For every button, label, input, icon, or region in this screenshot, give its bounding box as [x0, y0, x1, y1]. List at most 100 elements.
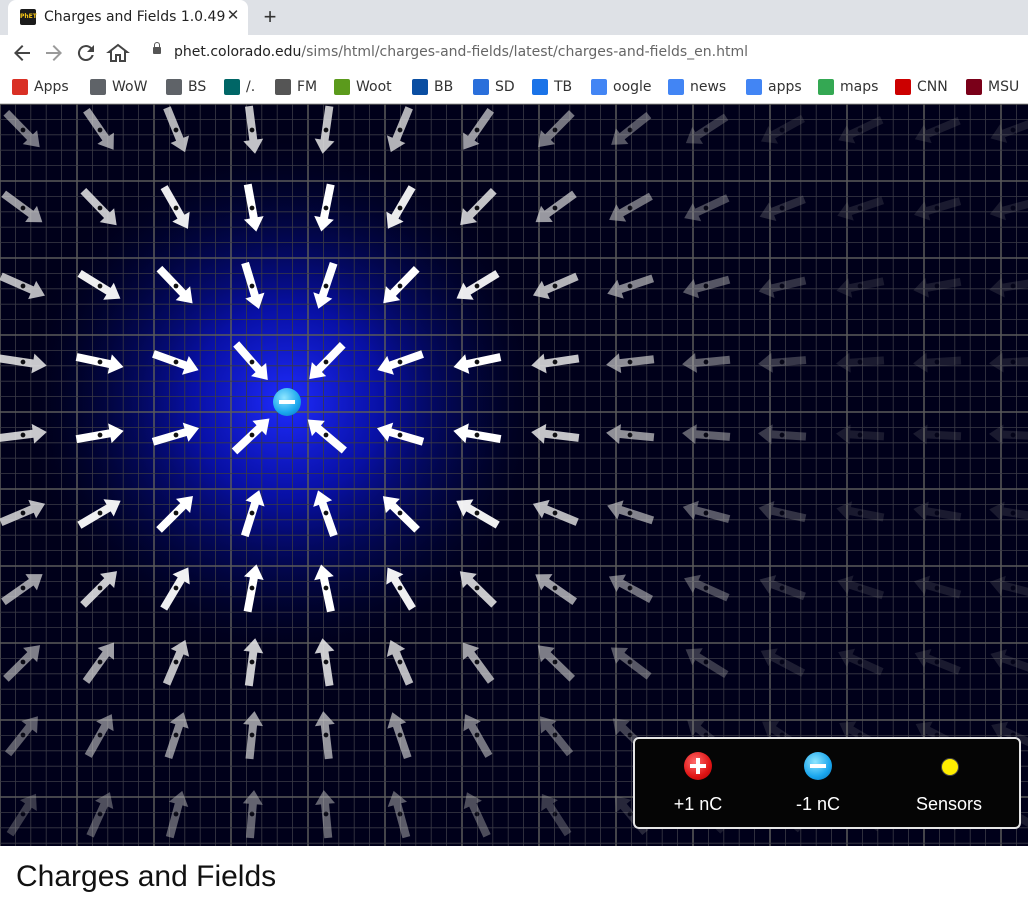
field-arrow — [611, 111, 652, 145]
sensor-icon[interactable] — [941, 758, 959, 776]
electric-field-svg — [0, 104, 1028, 846]
field-arrow — [609, 192, 653, 222]
field-arrow — [1, 190, 43, 223]
field-arrow — [760, 648, 806, 677]
charges-panel: +1 nC -1 nC Sensors — [633, 737, 1021, 829]
field-arrow — [682, 352, 731, 373]
field-arrow — [606, 353, 655, 374]
field-arrow — [607, 500, 655, 525]
url-path: /sims/html/charges-and-fields/latest/cha… — [301, 44, 748, 60]
bookmark-maps[interactable]: maps — [818, 77, 878, 97]
bookmark-news[interactable]: news — [668, 77, 726, 97]
folder-icon — [90, 79, 106, 95]
slashdot-icon — [224, 79, 240, 95]
bookmark-label: MSU — [988, 79, 1020, 95]
forward-arrow-icon[interactable] — [42, 41, 66, 65]
field-arrow — [990, 649, 1028, 674]
bookmark-label: oogle — [613, 79, 652, 95]
bookmark-msu[interactable]: MSU — [966, 77, 1019, 97]
bookmark-woot[interactable]: Woot — [334, 77, 392, 97]
minus-sign-icon — [279, 400, 295, 404]
bookmark-label: BB — [434, 79, 454, 95]
field-arrow — [758, 352, 807, 373]
field-arrow — [3, 645, 41, 682]
browser-tab[interactable]: PhET Charges and Fields 1.0.49 ✕ — [8, 0, 248, 35]
apps-grid-icon — [12, 79, 28, 95]
bookmark-label: TB — [554, 79, 573, 95]
field-arrow — [532, 272, 579, 300]
field-arrow — [610, 647, 652, 680]
field-arrow — [6, 793, 37, 837]
new-tab-icon[interactable]: + — [260, 5, 280, 29]
field-arrow — [990, 117, 1028, 143]
field-arrow — [836, 352, 885, 373]
browser-toolbar: phet.colorado.edu/sims/html/charges-and-… — [0, 35, 1028, 70]
bookmark-fm[interactable]: FM — [275, 77, 317, 97]
bookmark-label: /. — [246, 79, 256, 95]
sensors-label: Sensors — [915, 794, 983, 814]
bookmark-label: Apps — [34, 79, 69, 95]
bookmark-apps[interactable]: Apps — [12, 77, 69, 97]
phet-favicon-icon: PhET — [20, 9, 37, 25]
home-icon[interactable] — [106, 41, 130, 65]
bookmark-[interactable]: /. — [224, 77, 255, 97]
field-arrow — [86, 792, 114, 838]
address-bar[interactable]: phet.colorado.edu/sims/html/charges-and-… — [142, 38, 1022, 67]
tab-close-icon[interactable]: ✕ — [224, 7, 242, 25]
field-arrow — [758, 276, 807, 299]
field-arrow — [913, 352, 962, 373]
browser-tab-bar: PhET Charges and Fields 1.0.49 ✕ + — [0, 0, 1028, 35]
folder-icon — [166, 79, 182, 95]
url-host: phet.colorado.edu — [174, 44, 302, 60]
bookmark-wow[interactable]: WoW — [90, 77, 147, 97]
positive-charge-icon[interactable] — [684, 752, 712, 780]
bookmark-oogle[interactable]: oogle — [591, 77, 652, 97]
bookmark-label: Woot — [356, 79, 392, 95]
bookmark-label: WoW — [112, 79, 148, 95]
field-arrow — [606, 424, 655, 444]
negative-charge-label: -1 nC — [795, 794, 840, 814]
field-arrow — [682, 424, 731, 445]
bookmark-label: CNN — [917, 79, 948, 95]
field-arrow — [3, 109, 40, 148]
field-arrow — [759, 195, 806, 221]
field-arrow — [165, 790, 189, 839]
bookmark-bb[interactable]: BB — [412, 77, 453, 97]
google-icon — [591, 79, 607, 95]
cnn-icon — [895, 79, 911, 95]
field-arrow — [163, 106, 190, 153]
simulation-canvas[interactable]: +1 nC -1 nC Sensors — [0, 104, 1028, 846]
google-icon — [746, 79, 762, 95]
field-arrow — [989, 575, 1028, 598]
field-arrow — [538, 110, 575, 148]
field-arrow — [989, 352, 1028, 373]
sd-icon — [473, 79, 489, 95]
reload-icon[interactable] — [74, 41, 98, 65]
bookmark-sd[interactable]: SD — [473, 77, 515, 97]
field-arrow — [607, 274, 655, 299]
bookmark-tb[interactable]: TB — [532, 77, 572, 97]
fm-icon — [275, 79, 291, 95]
positive-charge-item[interactable]: +1 nC — [643, 739, 753, 827]
bookmark-cnn[interactable]: CNN — [895, 77, 948, 97]
sensors-item[interactable]: Sensors — [894, 739, 1004, 827]
lock-icon[interactable] — [153, 42, 161, 54]
bookmark-label: maps — [840, 79, 879, 95]
field-arrow — [535, 190, 577, 223]
bookmark-apps[interactable]: apps — [746, 77, 802, 97]
back-arrow-icon[interactable] — [10, 41, 34, 65]
field-arrow — [759, 575, 806, 601]
bookmarks-bar: Apps WoW BS /. FM Woot BB SD TB oogle news apps maps… — [0, 70, 1028, 104]
placed-negative-charge[interactable] — [273, 388, 301, 416]
bookmark-bs[interactable]: BS — [166, 77, 206, 97]
field-arrow — [760, 114, 805, 144]
url-text: phet.colorado.edu/sims/html/charges-and-… — [174, 44, 748, 60]
field-arrow — [608, 574, 654, 603]
negative-charge-item[interactable]: -1 nC — [763, 739, 873, 827]
bookmark-label: SD — [495, 79, 515, 95]
bookmark-label: apps — [768, 79, 802, 95]
negative-charge-icon[interactable] — [804, 752, 832, 780]
field-arrow — [989, 277, 1028, 298]
maps-pin-icon — [818, 79, 834, 95]
field-arrow — [1, 574, 43, 606]
